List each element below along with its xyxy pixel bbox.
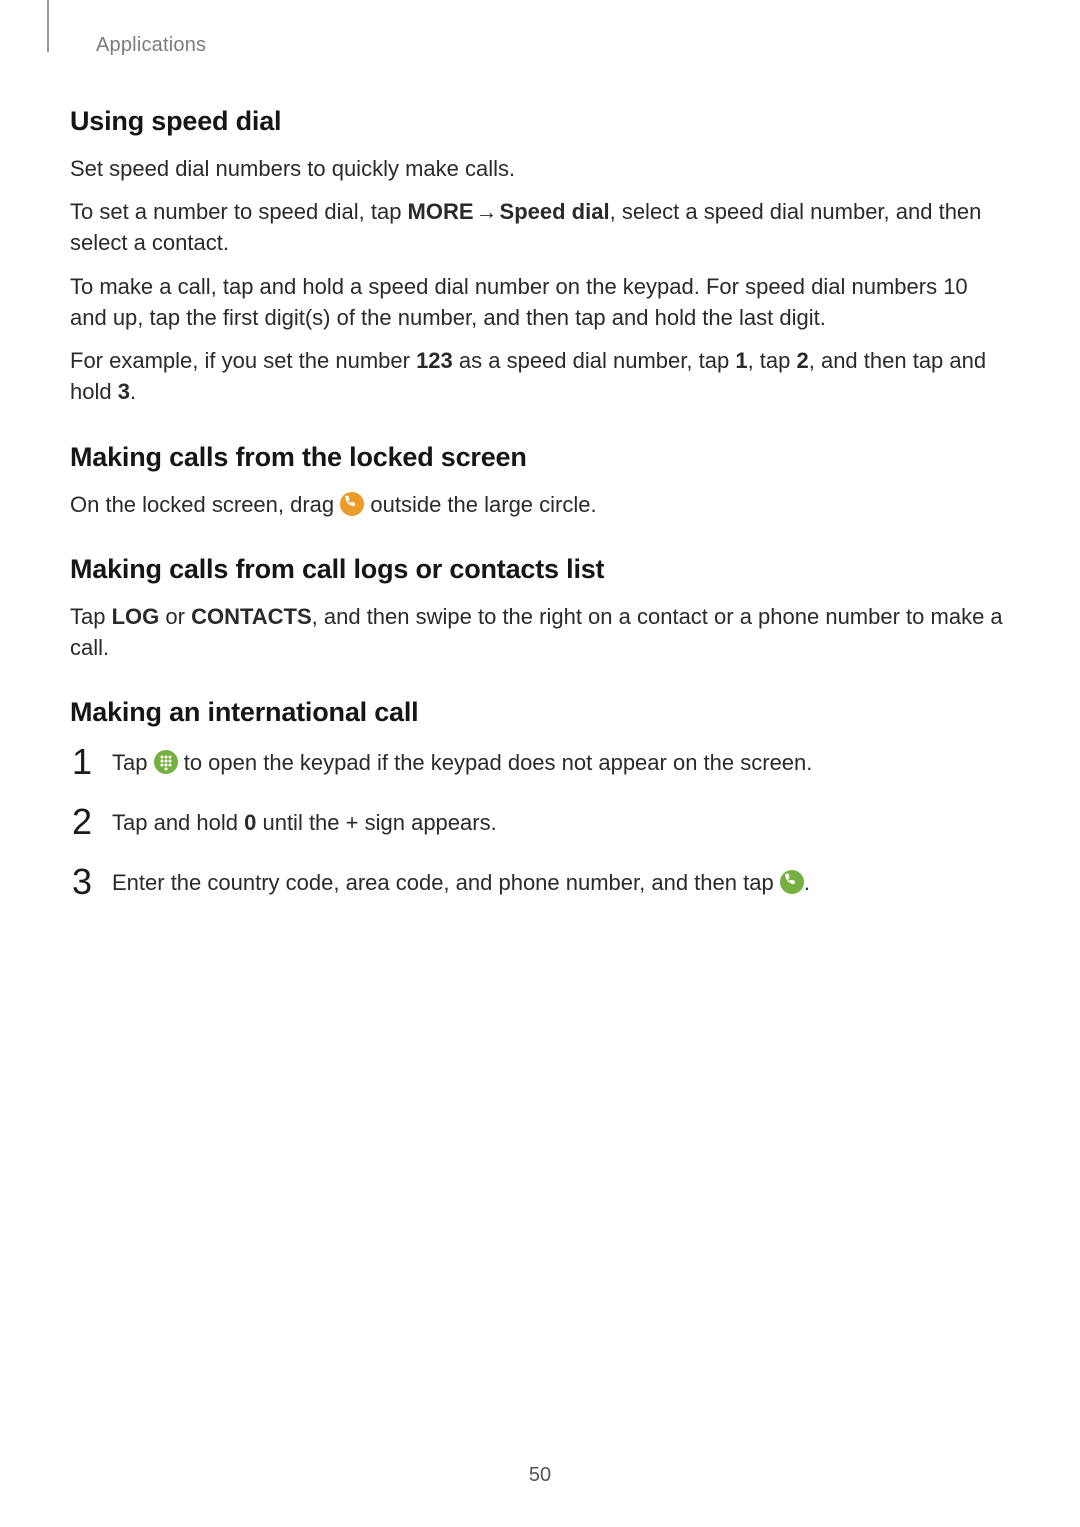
bold-text: 1	[735, 348, 747, 373]
bold-text: MORE	[408, 199, 474, 224]
paragraph: Set speed dial numbers to quickly make c…	[70, 153, 1010, 184]
bold-text: CONTACTS	[191, 604, 312, 629]
text: until the	[256, 810, 345, 835]
text: For example, if you set the number	[70, 348, 416, 373]
breadcrumb: Applications	[96, 34, 206, 57]
paragraph: To make a call, tap and hold a speed dia…	[70, 271, 1010, 333]
text: On the locked screen, drag	[70, 492, 340, 517]
heading-international: Making an international call	[70, 697, 1010, 728]
bold-text: 0	[244, 810, 256, 835]
bold-text: 3	[118, 379, 130, 404]
step-text: Tap and hold 0 until the + sign appears.	[112, 807, 1010, 838]
heading-speed-dial: Using speed dial	[70, 106, 1010, 137]
phone-icon	[340, 492, 364, 516]
page-number: 50	[0, 1464, 1080, 1487]
text: to open the keypad if the keypad does no…	[178, 750, 813, 775]
step-item: 3 Enter the country code, area code, and…	[70, 864, 1010, 900]
step-number: 2	[70, 804, 94, 840]
paragraph: To set a number to speed dial, tap MORE …	[70, 196, 1010, 258]
text: .	[804, 870, 810, 895]
text: Tap	[70, 604, 112, 629]
step-item: 1 Tap to open the keypad if the keypad d…	[70, 744, 1010, 780]
header-rule	[47, 0, 49, 52]
steps-list: 1 Tap to open the keypad if the keypad d…	[70, 744, 1010, 900]
step-text: Tap to open the keypad if the keypad doe…	[112, 747, 1010, 778]
bold-text: LOG	[112, 604, 160, 629]
bold-text: Speed dial	[500, 199, 610, 224]
step-number: 1	[70, 744, 94, 780]
step-number: 3	[70, 864, 94, 900]
text: as a speed dial number, tap	[453, 348, 736, 373]
paragraph: For example, if you set the number 123 a…	[70, 345, 1010, 407]
text: sign appears.	[359, 810, 497, 835]
text: Enter the country code, area code, and p…	[112, 870, 780, 895]
text: Tap	[112, 750, 154, 775]
paragraph: Tap LOG or CONTACTS, and then swipe to t…	[70, 601, 1010, 663]
arrow-icon: →	[474, 196, 500, 227]
text: , tap	[748, 348, 797, 373]
text: outside the large circle.	[364, 492, 596, 517]
call-icon	[780, 870, 804, 894]
keypad-icon	[154, 750, 178, 774]
step-item: 2 Tap and hold 0 until the + sign appear…	[70, 804, 1010, 840]
heading-call-logs: Making calls from call logs or contacts …	[70, 554, 1010, 585]
plus-icon: +	[346, 807, 359, 838]
text: or	[159, 604, 191, 629]
text: Tap and hold	[112, 810, 244, 835]
text: .	[130, 379, 136, 404]
paragraph: On the locked screen, drag outside the l…	[70, 489, 1010, 520]
page-content: Using speed dial Set speed dial numbers …	[70, 106, 1010, 924]
text: To set a number to speed dial, tap	[70, 199, 408, 224]
bold-text: 2	[796, 348, 808, 373]
bold-text: 123	[416, 348, 453, 373]
heading-locked-screen: Making calls from the locked screen	[70, 442, 1010, 473]
step-text: Enter the country code, area code, and p…	[112, 867, 1010, 898]
